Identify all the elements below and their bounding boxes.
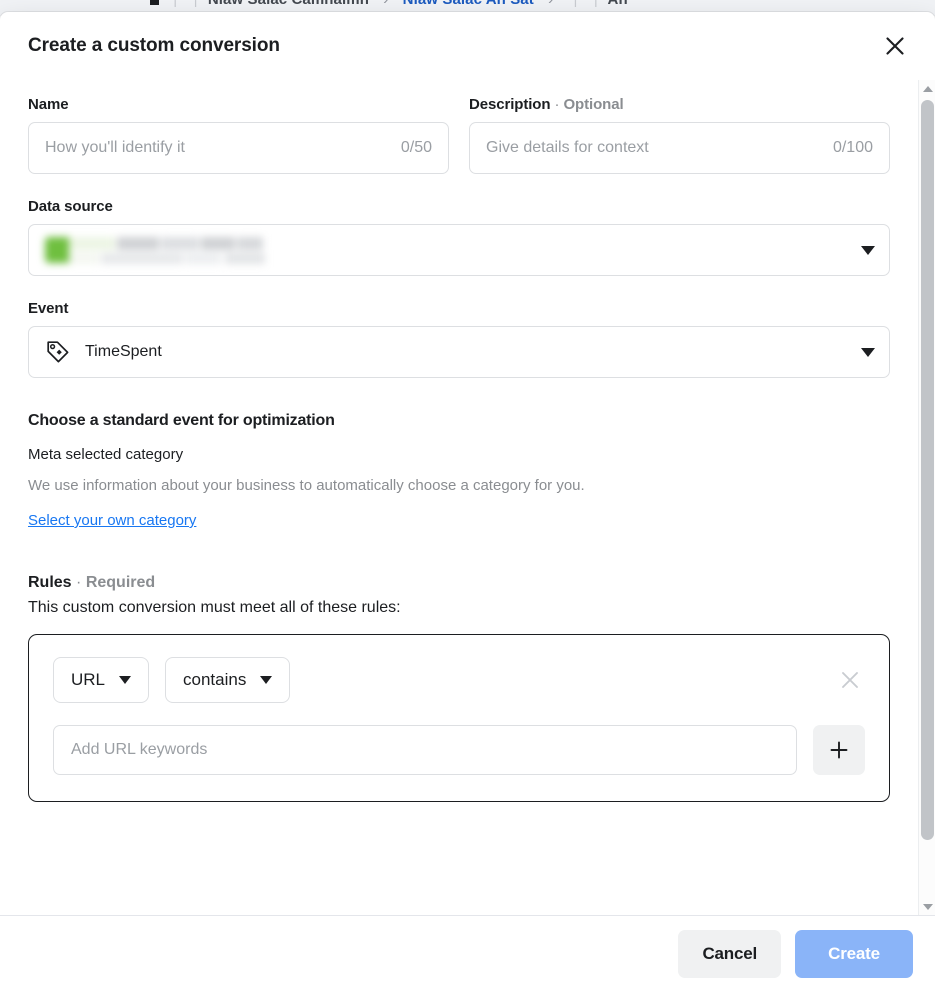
scroll-up-button[interactable] [919,80,935,97]
breadcrumb-pipe: | [167,0,183,8]
rule-field-select[interactable]: URL [53,657,150,703]
scrollbar-thumb[interactable] [921,100,934,840]
breadcrumb-item-adset: Niaw Saiac An Sat [403,0,534,8]
dialog-scrollbar[interactable] [918,80,935,915]
rules-heading: Rules · Required [28,574,890,592]
scroll-down-button[interactable] [919,898,935,915]
name-description-row: Name How you'll identify it 0/50 Descrip… [28,96,890,174]
name-input-placeholder: How you'll identify it [45,139,185,156]
rule-operator-select-value: contains [183,670,247,689]
breadcrumb-pipe: | [188,0,204,8]
dialog-body-wrapper: Name How you'll identify it 0/50 Descrip… [0,80,935,915]
background-breadcrumb: | | Niaw Saiac Camnaimn › Niaw Saiac An … [150,0,628,8]
data-source-group: Data source [28,198,890,276]
data-source-select[interactable] [28,224,890,276]
remove-rule-button[interactable] [835,665,865,695]
rule-keywords-row: Add URL keywords [53,725,865,775]
description-label-optional: Optional [563,96,624,113]
url-keywords-input[interactable]: Add URL keywords [53,725,797,775]
rules-description: This custom conversion must meet all of … [28,599,401,616]
triangle-down-icon [922,903,933,910]
optimization-title: Choose a standard event for optimization [28,412,335,429]
tag-icon [47,341,69,363]
rule-operator-select[interactable]: contains [165,657,291,703]
rules-heading-separator: · [76,574,82,591]
data-source-redacted-value [45,233,295,267]
dialog-header: Create a custom conversion [0,12,935,80]
optimization-group: Choose a standard event for optimization… [28,412,890,530]
name-field-group: Name How you'll identify it 0/50 [28,96,449,174]
event-value: TimeSpent [85,343,162,360]
create-custom-conversion-dialog: Create a custom conversion Name How you'… [0,12,935,991]
plus-icon [830,741,848,759]
close-button[interactable] [877,28,913,64]
rules-heading-text: Rules [28,574,72,591]
close-icon [842,672,858,688]
breadcrumb-item-ad: An [608,0,628,8]
description-label: Description · Optional [469,96,890,113]
select-own-category-link[interactable]: Select your own category [28,512,196,529]
breadcrumb-separator: › [373,0,398,8]
event-select[interactable]: TimeSpent [28,326,890,378]
rules-group: Rules · Required This custom conversion … [28,574,890,802]
name-input[interactable]: How you'll identify it 0/50 [28,122,449,174]
event-label: Event [28,300,69,317]
description-char-counter: 0/100 [832,139,873,156]
breadcrumb-separator: › [538,0,563,8]
name-char-counter: 0/50 [400,139,432,156]
description-label-separator: · [554,96,560,113]
breadcrumb-item-campaign: Niaw Saiac Camnaimn [208,0,369,8]
rules-heading-required: Required [85,574,156,591]
data-source-value [45,233,861,267]
optimization-selected-label: Meta selected category [28,446,184,463]
description-label-text: Description [469,96,551,113]
rule-field-select-value: URL [71,670,106,689]
breadcrumb-pipe: | [568,0,584,8]
description-field-group: Description · Optional Give details for … [469,96,890,174]
close-icon [886,37,904,55]
description-input-placeholder: Give details for context [486,139,649,156]
optimization-description: We use information about your business t… [28,477,585,494]
create-button[interactable]: Create [795,929,913,978]
event-group: Event TimeSpent [28,300,890,378]
dialog-body: Name How you'll identify it 0/50 Descrip… [0,80,918,915]
data-source-blur-bars [69,235,295,265]
event-value-wrap: TimeSpent [45,339,861,365]
dialog-footer: Cancel Create [0,915,935,991]
data-source-status-indicator [45,237,69,263]
data-source-label: Data source [28,198,113,215]
breadcrumb-square-icon [150,0,159,5]
chevron-down-icon [260,676,273,684]
url-keywords-placeholder: Add URL keywords [71,741,208,758]
add-keyword-button[interactable] [813,725,865,775]
description-input[interactable]: Give details for context 0/100 [469,122,890,174]
page-title: Create a custom conversion [28,35,280,56]
breadcrumb-pipe: | [588,0,604,8]
triangle-up-icon [922,85,933,92]
rule-selectors-row: URL contains [53,657,865,703]
name-label: Name [28,96,69,113]
chevron-down-icon [861,347,875,357]
rule-card: URL contains Add URL keywords [28,634,890,802]
chevron-down-icon [861,245,875,255]
chevron-down-icon [119,676,132,684]
cancel-button[interactable]: Cancel [678,929,781,978]
